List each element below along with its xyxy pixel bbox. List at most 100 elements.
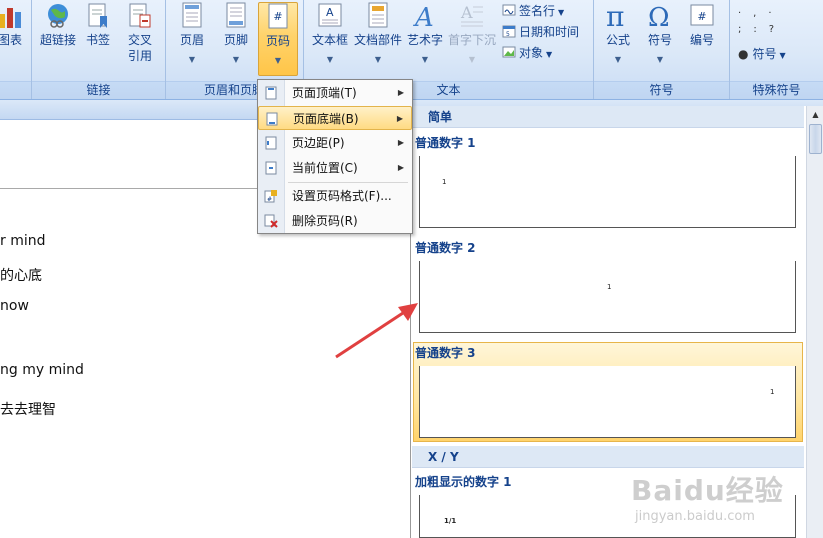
- svg-text:5: 5: [506, 31, 510, 38]
- drop-cap-button[interactable]: A 首字下沉 ▼: [446, 2, 498, 68]
- gallery-item-sample-1: 1: [442, 178, 447, 186]
- header-dropdown-icon: ▼: [188, 55, 196, 64]
- gallery-item-plain-number-1[interactable]: 1: [419, 156, 796, 228]
- ribbon-group-special-symbols: ·,· ;:? ● 符号 ▼ 特殊符号: [730, 0, 823, 99]
- date-time-icon: 5: [502, 25, 516, 38]
- menu-separator: [288, 182, 408, 183]
- footer-icon: [226, 2, 246, 28]
- document-line-2: 的心底: [0, 268, 42, 284]
- signature-line-button[interactable]: 签名行 ▼: [502, 1, 564, 21]
- gallery-section-simple: 简单: [412, 106, 804, 128]
- quick-parts-label: 文档部件: [353, 33, 402, 47]
- quick-parts-button[interactable]: 文档部件 ▼: [352, 2, 404, 68]
- header-button[interactable]: 页眉 ▼: [172, 2, 212, 68]
- menu-item-bottom-of-page[interactable]: 页面底端(B) ▶: [258, 106, 412, 130]
- cross-reference-label-line2: 引用: [127, 49, 152, 63]
- submenu-arrow-icon: ▶: [397, 138, 404, 147]
- ribbon-group-illustrations: 图表: [0, 0, 32, 99]
- group-label-symbols: 符号: [594, 81, 729, 99]
- watermark-url: jingyan.baidu.com: [635, 509, 755, 524]
- special-symbol-row-2: ;:?: [738, 24, 787, 35]
- document-line-5: 去去理智: [0, 402, 56, 418]
- page-number-icon: #: [268, 3, 288, 29]
- svg-text:#: #: [267, 196, 272, 203]
- baidu-watermark: Baidu经验 jingyan.baidu.com: [625, 465, 815, 535]
- text-box-dropdown-icon: ▼: [326, 55, 334, 64]
- hyperlink-label: 超链接: [39, 33, 76, 47]
- signature-line-icon: [502, 4, 516, 16]
- drop-cap-dropdown-icon: ▼: [468, 55, 476, 64]
- symbol-label: 符号: [647, 33, 672, 47]
- gallery-item-title-2: 普通数字 2: [415, 241, 476, 255]
- gallery-item-plain-number-3[interactable]: 1: [419, 366, 796, 438]
- gallery-item-sample-2: 1: [607, 283, 612, 291]
- menu-item-page-margins[interactable]: 页边距(P) ▶: [258, 131, 412, 155]
- page-bottom-icon: [266, 112, 278, 126]
- text-box-button[interactable]: A 文本框 ▼: [308, 2, 352, 68]
- object-label: 对象: [519, 46, 544, 60]
- menu-item-format-page-numbers[interactable]: # 设置页码格式(F)...: [258, 184, 412, 208]
- document-line-1: r mind: [0, 233, 46, 249]
- date-time-label: 日期和时间: [519, 25, 580, 39]
- hyperlink-button[interactable]: 超链接: [36, 2, 80, 48]
- special-symbol-button[interactable]: ● 符号 ▼: [738, 44, 786, 64]
- page-number-button[interactable]: # 页码 ▼: [258, 2, 298, 76]
- svg-text:A: A: [326, 6, 334, 19]
- svg-text:A: A: [460, 3, 473, 22]
- page-number-dropdown-icon: ▼: [274, 56, 282, 65]
- special-symbol-grid[interactable]: ·,· ;:?: [738, 6, 808, 46]
- date-time-button[interactable]: 5 日期和时间: [502, 22, 579, 42]
- numbering-button[interactable]: # 编号: [682, 2, 722, 48]
- special-symbol-bullet-icon: ●: [738, 47, 749, 61]
- remove-page-number-icon: [264, 214, 278, 228]
- page-margin-icon: [265, 136, 277, 150]
- group-label-links: 链接: [32, 81, 165, 99]
- gallery-item-title-1: 普通数字 1: [415, 136, 476, 150]
- menu-item-remove-page-numbers[interactable]: 删除页码(R): [258, 209, 412, 233]
- wordart-label: 艺术字: [406, 33, 443, 47]
- scrollbar-thumb[interactable]: [809, 124, 822, 154]
- drop-cap-label: 首字下沉: [447, 33, 496, 47]
- special-symbol-row-1: ·,·: [738, 8, 784, 19]
- menu-item-page-margins-label: 页边距(P): [292, 136, 345, 150]
- numbering-label: 编号: [689, 33, 714, 47]
- cross-reference-button[interactable]: 交叉 引用: [118, 2, 162, 64]
- omega-icon: Ω: [648, 3, 670, 30]
- format-page-number-icon: #: [264, 190, 277, 203]
- annotation-arrow-icon: [335, 303, 418, 359]
- quick-parts-dropdown-icon: ▼: [374, 55, 382, 64]
- page-number-label: 页码: [265, 34, 290, 48]
- menu-item-format-page-numbers-label: 设置页码格式(F)...: [292, 189, 392, 203]
- equation-dropdown-icon: ▼: [614, 55, 622, 64]
- page-number-menu: 页面顶端(T) ▶ 页面底端(B) ▶ 页边距(P) ▶ 当前位置(C) ▶ #: [257, 79, 413, 234]
- svg-text:A: A: [413, 3, 434, 30]
- header-label: 页眉: [179, 33, 204, 47]
- menu-item-top-of-page[interactable]: 页面顶端(T) ▶: [258, 81, 412, 105]
- wordart-dropdown-icon: ▼: [421, 55, 429, 64]
- object-button[interactable]: 对象 ▼: [502, 43, 552, 63]
- gallery-item-plain-number-2[interactable]: 1: [419, 261, 796, 333]
- menu-item-current-position[interactable]: 当前位置(C) ▶: [258, 156, 412, 180]
- footer-label: 页脚: [223, 33, 248, 47]
- svg-text:π: π: [606, 2, 624, 30]
- scroll-up-icon[interactable]: ▲: [808, 107, 823, 122]
- submenu-arrow-icon: ▶: [397, 163, 404, 172]
- group-label-special-symbols: 特殊符号: [730, 81, 823, 99]
- svg-text:Ω: Ω: [648, 3, 670, 30]
- equation-label: 公式: [605, 33, 630, 47]
- wordart-button[interactable]: A 艺术字 ▼: [404, 2, 446, 68]
- bookmark-button[interactable]: 书签: [82, 2, 114, 48]
- footer-button[interactable]: 页脚 ▼: [216, 2, 256, 68]
- chart-button[interactable]: 图表: [0, 2, 30, 48]
- document-line-4: ng my mind: [0, 362, 84, 378]
- drop-cap-icon: A: [460, 3, 483, 27]
- svg-text:#: #: [697, 10, 706, 23]
- gallery-item-title-bold-1: 加粗显示的数字 1: [415, 475, 512, 489]
- special-symbol-label: 符号: [752, 47, 777, 61]
- cross-reference-label-line1: 交叉: [127, 33, 152, 47]
- equation-button[interactable]: π 公式 ▼: [598, 2, 638, 68]
- signature-line-label: 签名行: [519, 4, 556, 18]
- submenu-arrow-icon: ▶: [397, 88, 404, 97]
- symbol-button[interactable]: Ω 符号 ▼: [640, 2, 680, 68]
- gallery-item-sample-bold-1: 1/1: [444, 517, 457, 525]
